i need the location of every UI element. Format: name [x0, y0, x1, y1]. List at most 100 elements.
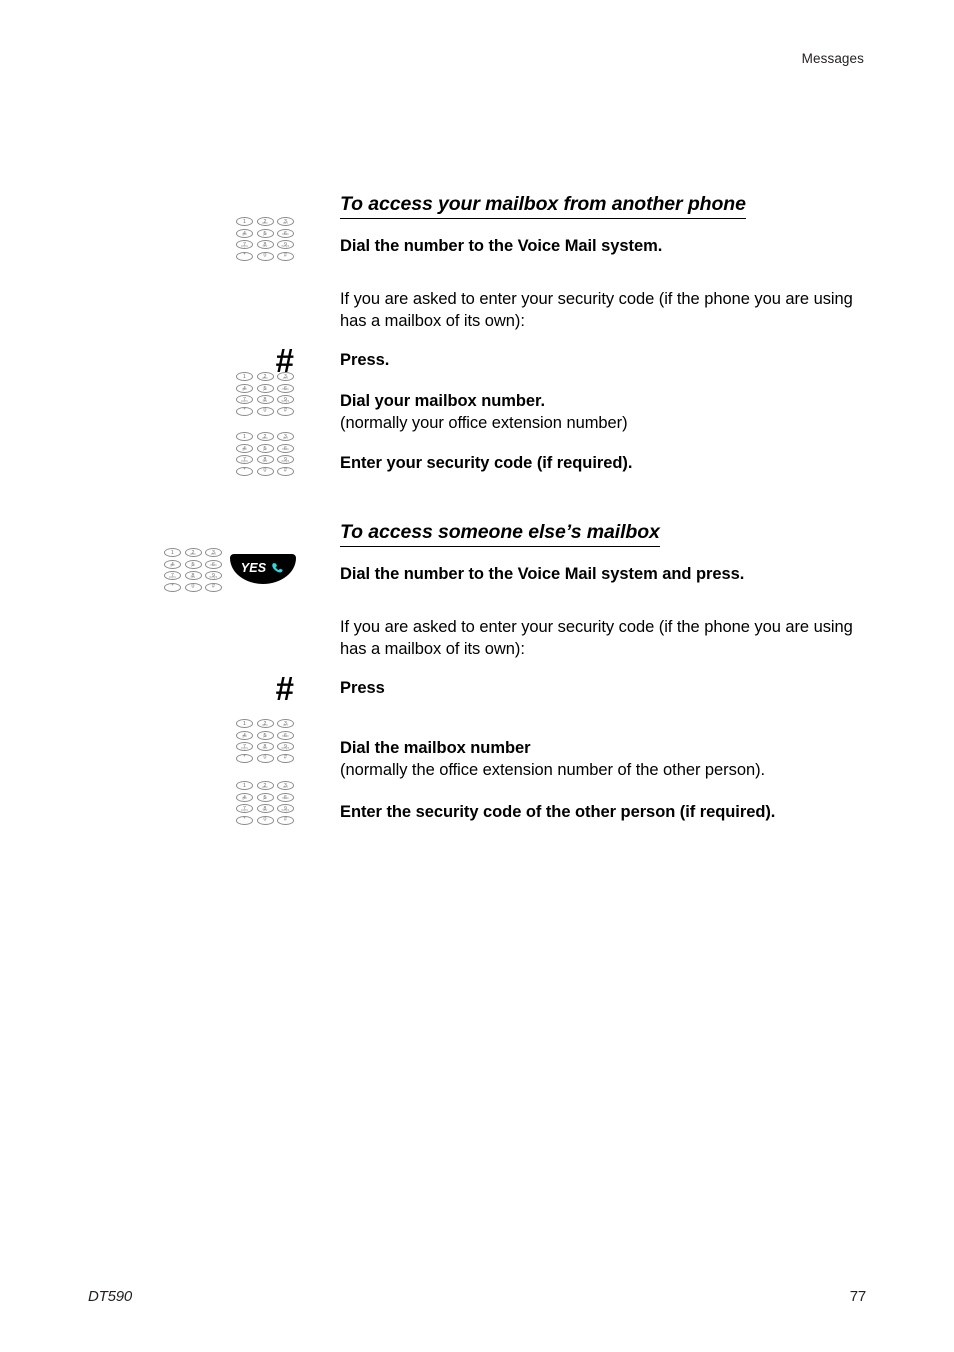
keypad-key-9[interactable]: 9 wxyz — [277, 804, 294, 814]
keypad-key-0[interactable]: 0 — [256, 251, 274, 261]
section-title: To access your mailbox from another phon… — [340, 193, 746, 220]
keypad-key-8[interactable]: 8 tuv — [256, 240, 274, 250]
keypad-key-7[interactable]: 7 pqrs — [236, 455, 253, 465]
section-title: To access someone else’s mailbox — [340, 521, 660, 548]
dial-keypad-icon[interactable]: 1 2 abc 3 def 4 ghi 5 jkl 6 mno 7 pqrs 8 tuv 9w… — [236, 718, 294, 764]
keypad-key-2[interactable]: 2 abc — [184, 548, 202, 558]
keypad-key-star[interactable]: * — [164, 582, 181, 592]
keypad-key-0[interactable]: 0 — [256, 406, 274, 416]
keypad-key-hash[interactable]: # — [277, 815, 294, 825]
keypad-key-5[interactable]: 5 jkl — [256, 383, 274, 393]
step-note: (normally the office extension number of… — [340, 760, 766, 779]
keypad-key-9[interactable]: 9 wxyz — [277, 455, 294, 465]
keypad-key-9[interactable]: 9 wxyz — [277, 395, 294, 405]
dial-keypad-icon[interactable]: 1 2 abc 3 def 4 ghi 5 jkl 6 mno 7 pqrs 8 tuv 9w… — [164, 547, 222, 593]
keypad-key-3[interactable]: 3 def — [205, 548, 222, 558]
keypad-key-5[interactable]: 5 jkl — [256, 228, 274, 238]
step-lead: Press. — [340, 351, 390, 369]
keypad-key-6[interactable]: 6 mno — [277, 792, 294, 802]
keypad-key-1[interactable]: 1 — [236, 217, 253, 227]
keypad-key-6[interactable]: 6 mno — [205, 559, 222, 569]
keypad-key-8[interactable]: 8 tuv — [256, 804, 274, 814]
keypad-key-6[interactable]: 6 mno — [277, 228, 294, 238]
step-lead: Enter your security code (if required). — [340, 454, 633, 472]
keypad-key-0[interactable]: 0 — [256, 815, 274, 825]
keypad-key-7[interactable]: 7 pqrs — [236, 742, 253, 752]
keypad-key-6[interactable]: 6 mno — [277, 443, 294, 453]
keypad-key-hash[interactable]: # — [277, 466, 294, 476]
step-lead: Dial the mailbox number — [340, 739, 531, 757]
keypad-key-4[interactable]: 4 ghi — [164, 559, 181, 569]
running-header: Messages — [801, 51, 864, 66]
keypad-key-star[interactable]: * — [236, 251, 253, 261]
keypad-key-9[interactable]: 9 wxyz — [277, 742, 294, 752]
page-footer: DT590 77 — [88, 1288, 866, 1305]
yes-key-label: YES — [240, 560, 267, 575]
keypad-key-5[interactable]: 5 jkl — [256, 730, 274, 740]
yes-key-button[interactable]: YES — [230, 554, 296, 584]
step-lead: Enter the security code of the other per… — [340, 803, 776, 821]
keypad-key-3[interactable]: 3 def — [277, 372, 294, 382]
keypad-key-3[interactable]: 3 def — [277, 781, 294, 791]
keypad-key-1[interactable]: 1 — [236, 781, 253, 791]
step-lead: Dial your mailbox number. — [340, 392, 546, 410]
step-note: (normally your office extension number) — [340, 413, 628, 432]
dial-keypad-icon[interactable]: 1 2 abc 3 def 4 ghi 5 jkl 6 mno 7 pqrs 8 tuv 9w… — [236, 780, 294, 826]
footer-document-name: DT590 — [88, 1288, 133, 1305]
keypad-key-1[interactable]: 1 — [164, 548, 181, 558]
keypad-key-7[interactable]: 7 pqrs — [236, 804, 253, 814]
keypad-key-2[interactable]: 2 abc — [256, 372, 274, 382]
step-body: If you are asked to enter your security … — [340, 290, 853, 330]
keypad-key-8[interactable]: 8 tuv — [256, 455, 274, 465]
keypad-key-0[interactable]: 0 — [256, 753, 274, 763]
hash-key-icon[interactable]: # — [276, 670, 294, 707]
keypad-key-1[interactable]: 1 — [236, 372, 253, 382]
keypad-key-6[interactable]: 6 mno — [277, 730, 294, 740]
keypad-key-4[interactable]: 4 ghi — [236, 443, 253, 453]
keypad-key-star[interactable]: * — [236, 815, 253, 825]
keypad-key-hash[interactable]: # — [277, 251, 294, 261]
dial-keypad-icon[interactable]: 1 2 abc 3 def 4 ghi 5 jkl 6 mno 7 pqrs 8 tuv 9w… — [236, 431, 294, 477]
keypad-key-3[interactable]: 3 def — [277, 719, 294, 729]
keypad-key-hash[interactable]: # — [205, 582, 222, 592]
step-lead: Dial the number to the Voice Mail system… — [340, 565, 745, 583]
keypad-key-2[interactable]: 2 abc — [256, 432, 274, 442]
keypad-key-9[interactable]: 9 wxyz — [277, 240, 294, 250]
keypad-key-4[interactable]: 4 ghi — [236, 730, 253, 740]
keypad-key-0[interactable]: 0 — [184, 582, 202, 592]
keypad-key-hash[interactable]: # — [277, 406, 294, 416]
keypad-key-5[interactable]: 5 jkl — [184, 559, 202, 569]
keypad-key-8[interactable]: 8 tuv — [256, 395, 274, 405]
keypad-key-9[interactable]: 9 wxyz — [205, 571, 222, 581]
keypad-key-2[interactable]: 2 abc — [256, 217, 274, 227]
section-access-other-mailbox: To access someone else’s mailbox — [0, 521, 660, 548]
step-body: If you are asked to enter your security … — [340, 618, 853, 658]
keypad-key-6[interactable]: 6 mno — [277, 383, 294, 393]
dial-keypad-icon[interactable]: 1 2 abc 3 def 4 ghi 5 jkl 6 mno 7 pqrs 8 tuv 9w… — [236, 216, 294, 262]
keypad-key-5[interactable]: 5 jkl — [256, 792, 274, 802]
keypad-key-7[interactable]: 7 pqrs — [164, 571, 181, 581]
keypad-key-hash[interactable]: # — [277, 753, 294, 763]
keypad-key-star[interactable]: * — [236, 406, 253, 416]
keypad-key-1[interactable]: 1 — [236, 719, 253, 729]
keypad-key-7[interactable]: 7 pqrs — [236, 240, 253, 250]
keypad-key-4[interactable]: 4 ghi — [236, 228, 253, 238]
keypad-key-7[interactable]: 7 pqrs — [236, 395, 253, 405]
keypad-key-2[interactable]: 2 abc — [256, 719, 274, 729]
keypad-key-star[interactable]: * — [236, 466, 253, 476]
keypad-key-5[interactable]: 5 jkl — [256, 443, 274, 453]
keypad-key-star[interactable]: * — [236, 753, 253, 763]
phone-handset-icon — [272, 562, 283, 572]
keypad-key-8[interactable]: 8 tuv — [256, 742, 274, 752]
keypad-key-4[interactable]: 4 ghi — [236, 383, 253, 393]
keypad-key-3[interactable]: 3 def — [277, 217, 294, 227]
dial-keypad-icon[interactable]: 1 2 abc 3 def 4 ghi 5 jkl 6 mno 7 pqrs 8 tuv 9w… — [236, 371, 294, 417]
step-lead: Dial the number to the Voice Mail system… — [340, 237, 663, 255]
keypad-key-8[interactable]: 8 tuv — [184, 571, 202, 581]
keypad-key-3[interactable]: 3 def — [277, 432, 294, 442]
keypad-key-1[interactable]: 1 — [236, 432, 253, 442]
keypad-key-0[interactable]: 0 — [256, 466, 274, 476]
keypad-key-4[interactable]: 4 ghi — [236, 792, 253, 802]
step-lead: Press — [340, 679, 385, 697]
keypad-key-2[interactable]: 2 abc — [256, 781, 274, 791]
